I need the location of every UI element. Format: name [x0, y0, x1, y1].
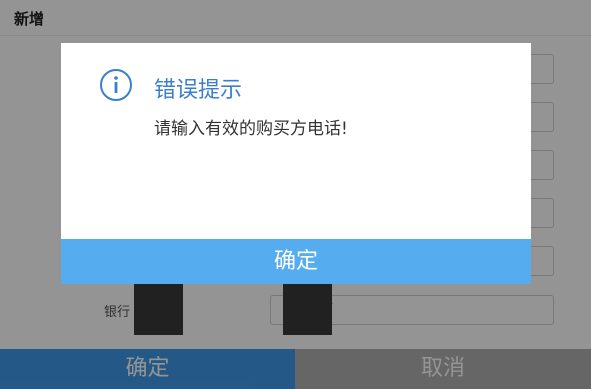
- info-circle-icon: [99, 68, 133, 102]
- dialog-title: 错误提示: [154, 78, 243, 103]
- error-dialog: 错误提示 请输入有效的购买方电话! 确定: [61, 43, 531, 284]
- screen: 新增 银行 37 确定 取消 错误提示: [0, 0, 591, 389]
- dialog-ok-button[interactable]: 确定: [61, 239, 531, 284]
- dialog-message: 请输入有效的购买方电话!: [154, 119, 348, 139]
